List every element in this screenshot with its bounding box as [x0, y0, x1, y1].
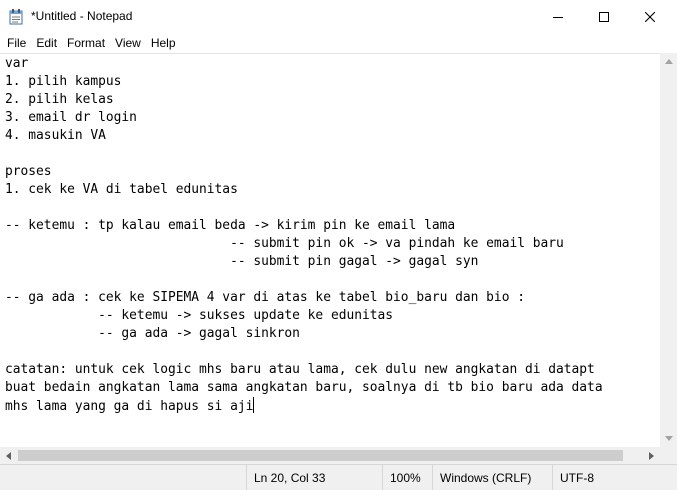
text-caret: [253, 397, 255, 413]
editor-line: -- ketemu -> sukses update ke edunitas: [5, 308, 394, 323]
close-icon: [645, 11, 655, 22]
notepad-window: *Untitled - Notepad File Edit Format Vie…: [0, 0, 677, 490]
chevron-left-icon: [6, 451, 11, 460]
editor-line: proses: [5, 164, 52, 179]
editor-line: -- ga ada : cek ke SIPEMA 4 var di atas …: [5, 290, 525, 305]
editor-line: buat bedain angkatan lama sama angkatan …: [5, 380, 603, 395]
status-bar: Ln 20, Col 33 100% Windows (CRLF) UTF-8: [0, 464, 677, 490]
editor-line: 1. pilih kampus: [5, 74, 122, 89]
scrollbar-corner: [660, 447, 677, 464]
menu-view[interactable]: View: [110, 34, 146, 53]
editor-line: 3. email dr login: [5, 110, 137, 125]
editor-line: -- submit pin gagal -> gagal syn: [5, 254, 479, 269]
cursor-position: Ln 20, Col 33: [246, 465, 382, 490]
maximize-button[interactable]: [581, 0, 627, 33]
scroll-right-button[interactable]: [643, 447, 660, 464]
menu-format[interactable]: Format: [62, 34, 110, 53]
menu-help[interactable]: Help: [146, 34, 181, 53]
maximize-icon: [599, 11, 609, 22]
horizontal-scrollbar[interactable]: [0, 447, 660, 464]
menu-file[interactable]: File: [0, 34, 31, 53]
chevron-down-icon: [664, 436, 673, 441]
minimize-icon: [553, 16, 563, 18]
editor-line: mhs lama yang ga di hapus si aji: [5, 399, 254, 414]
editor-content[interactable]: var 1. pilih kampus 2. pilih kelas 3. em…: [5, 55, 603, 416]
horizontal-scroll-thumb[interactable]: [18, 450, 623, 461]
editor-line: var: [5, 56, 29, 71]
text-editor[interactable]: var 1. pilih kampus 2. pilih kelas 3. em…: [0, 53, 660, 448]
window-title: *Untitled - Notepad: [31, 9, 133, 23]
editor-line: -- ketemu : tp kalau email beda -> kirim…: [5, 218, 456, 233]
zoom-level: 100%: [382, 465, 432, 490]
editor-line: catatan: untuk cek logic mhs baru atau l…: [5, 362, 595, 377]
scroll-up-button[interactable]: [660, 53, 677, 70]
vertical-scrollbar[interactable]: [660, 53, 677, 447]
line-ending: Windows (CRLF): [432, 465, 552, 490]
editor-line: 4. masukin VA: [5, 128, 106, 143]
notepad-icon: [9, 9, 23, 25]
title-bar[interactable]: *Untitled - Notepad: [0, 0, 677, 34]
scroll-left-button[interactable]: [0, 447, 17, 464]
encoding: UTF-8: [552, 465, 677, 490]
chevron-up-icon: [664, 59, 673, 64]
menu-edit[interactable]: Edit: [31, 34, 62, 53]
editor-line: -- submit pin ok -> va pindah ke email b…: [5, 236, 564, 251]
editor-line: 1. cek ke VA di tabel edunitas: [5, 182, 238, 197]
minimize-button[interactable]: [535, 0, 581, 33]
editor-line: 2. pilih kelas: [5, 92, 114, 107]
menu-bar: File Edit Format View Help: [0, 34, 677, 53]
editor-line: -- ga ada -> gagal sinkron: [5, 326, 300, 341]
scroll-down-button[interactable]: [660, 430, 677, 447]
chevron-right-icon: [649, 451, 654, 460]
close-button[interactable]: [627, 0, 673, 33]
